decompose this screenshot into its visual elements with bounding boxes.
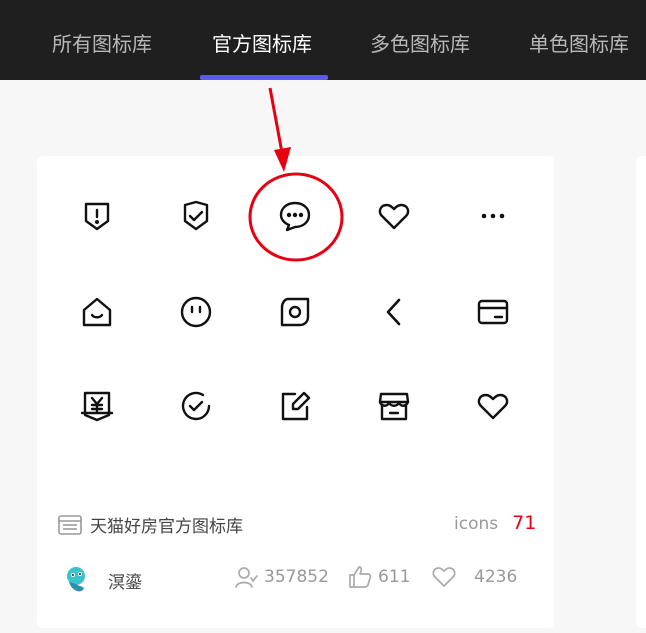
card-icon[interactable] (473, 292, 513, 332)
heart-outline-icon[interactable] (473, 386, 513, 426)
users-stat: 357852 (234, 565, 329, 589)
top-nav: 所有图标库 官方图标库 多色图标库 单色图标库 (0, 0, 646, 80)
library-name[interactable]: 天猫好房官方图标库 (90, 512, 243, 537)
tab-monochrome-libraries[interactable]: 单色图标库 (529, 30, 629, 58)
yuan-bill-icon[interactable] (77, 386, 117, 426)
next-library-card[interactable] (636, 156, 646, 628)
more-dots-icon[interactable] (473, 196, 513, 236)
icon-count-row: icons 71 (454, 512, 536, 534)
likes-stat[interactable]: 611 (348, 565, 410, 589)
author-name[interactable]: 溟鎏 (108, 568, 142, 593)
face-neutral-icon[interactable] (176, 292, 216, 332)
heart-stat-icon (432, 567, 456, 587)
favorites-stat[interactable]: 4236 (432, 565, 517, 589)
check-circle-icon[interactable] (176, 386, 216, 426)
home-smile-icon[interactable] (77, 292, 117, 332)
active-tab-indicator (200, 75, 328, 80)
likes-count: 611 (378, 567, 411, 587)
user-icon (235, 567, 258, 588)
icon-count: 71 (512, 512, 537, 534)
store-icon[interactable] (374, 386, 414, 426)
camera-square-icon[interactable] (275, 292, 315, 332)
annotation-arrow-line (268, 87, 285, 159)
heart-icon[interactable] (374, 196, 414, 236)
thumbs-up-icon (349, 566, 372, 588)
tab-multicolor-libraries[interactable]: 多色图标库 (370, 30, 470, 58)
edit-icon[interactable] (275, 386, 315, 426)
tab-official-libraries[interactable]: 官方图标库 (212, 30, 312, 58)
shield-check-icon[interactable] (176, 196, 216, 236)
favorites-count: 4236 (474, 567, 518, 587)
users-count: 357852 (264, 567, 329, 587)
library-icon (58, 514, 82, 535)
chat-bubble-icon[interactable] (275, 196, 315, 236)
tab-all-libraries[interactable]: 所有图标库 (52, 30, 152, 58)
avatar[interactable] (62, 564, 92, 594)
chevron-left-icon[interactable] (374, 292, 414, 332)
shield-alert-icon[interactable] (77, 196, 117, 236)
library-title-row[interactable]: 天猫好房官方图标库 (58, 512, 243, 537)
icons-label: icons (454, 514, 499, 534)
